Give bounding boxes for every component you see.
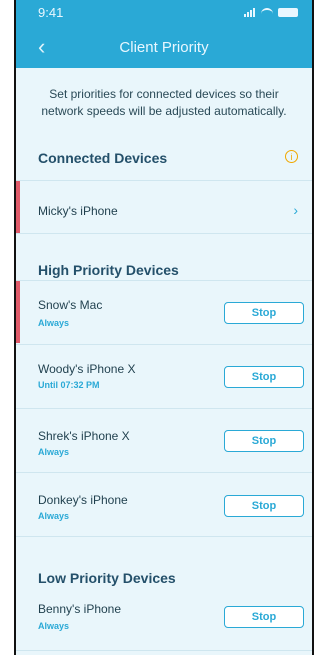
- device-name: Micky's iPhone: [38, 204, 118, 218]
- status-icons: [244, 8, 298, 17]
- divider: [16, 233, 312, 234]
- high-priority-row: Snow's Mac Always Stop: [16, 281, 312, 343]
- wifi-icon: [261, 8, 273, 17]
- connected-device-row[interactable]: Micky's iPhone: [16, 181, 312, 233]
- high-priority-row: Woody's iPhone X Until 07:32 PM Stop: [16, 345, 312, 407]
- status-bar: 9:41: [16, 0, 312, 26]
- stop-button[interactable]: Stop: [224, 302, 304, 324]
- stop-button[interactable]: Stop: [224, 430, 304, 452]
- device-schedule: Always: [38, 318, 70, 328]
- battery-icon: [278, 8, 298, 17]
- stop-button[interactable]: Stop: [224, 495, 304, 517]
- device-name: Woody's iPhone X: [38, 362, 136, 376]
- high-priority-heading: High Priority Devices: [38, 262, 179, 278]
- description-text: Set priorities for connected devices so …: [41, 87, 287, 118]
- device-name: Snow's Mac: [38, 298, 103, 312]
- divider: [16, 650, 312, 651]
- status-time: 9:41: [38, 5, 64, 20]
- nav-bar: ‹ Client Priority: [16, 26, 312, 68]
- high-priority-row: Donkey's iPhone Always Stop: [16, 473, 312, 535]
- low-priority-row: Benny's iPhone Always Stop: [16, 590, 312, 652]
- device-name: Shrek's iPhone X: [38, 429, 130, 443]
- device-schedule: Until 07:32 PM: [38, 380, 100, 390]
- row-accent: [16, 281, 20, 343]
- device-name: Donkey's iPhone: [38, 493, 128, 507]
- connected-devices-heading: Connected Devices: [38, 150, 168, 166]
- info-icon[interactable]: i: [285, 150, 298, 163]
- device-schedule: Always: [38, 447, 70, 457]
- phone-frame: 9:41 ‹ Client Priority Set priorities fo…: [14, 0, 314, 655]
- stop-button[interactable]: Stop: [224, 606, 304, 628]
- low-priority-heading: Low Priority Devices: [38, 570, 176, 586]
- device-name: Benny's iPhone: [38, 602, 122, 616]
- divider: [16, 536, 312, 537]
- chevron-right-icon[interactable]: ›: [293, 202, 298, 218]
- signal-icon: [244, 8, 256, 17]
- page-title: Client Priority: [119, 39, 209, 56]
- device-schedule: Always: [38, 511, 70, 521]
- device-schedule: Always: [38, 621, 70, 631]
- high-priority-row: Shrek's iPhone X Always Stop: [16, 409, 312, 471]
- row-accent: [16, 181, 20, 233]
- stop-button[interactable]: Stop: [224, 366, 304, 388]
